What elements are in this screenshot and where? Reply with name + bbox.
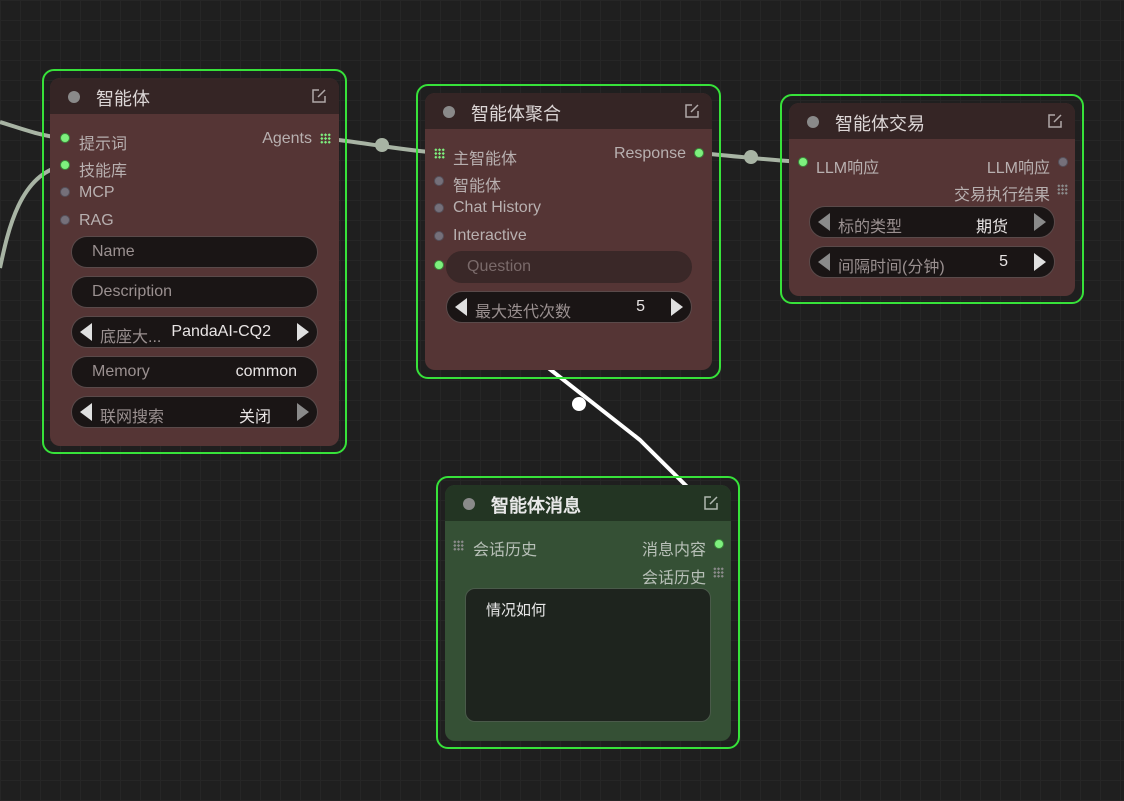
collapse-dot-icon[interactable] [463, 498, 475, 510]
input-label-rag: RAG [79, 212, 114, 229]
input-slot-agent[interactable] [434, 176, 444, 186]
asset-type-label: 标的类型 [838, 219, 903, 236]
edit-icon[interactable] [684, 103, 700, 119]
input-label-skills: 技能库 [79, 163, 128, 180]
input-label-interactive: Interactive [453, 227, 527, 244]
description-input[interactable]: Description [71, 276, 318, 308]
collapse-dot-icon[interactable] [443, 106, 455, 118]
name-placeholder: Name [92, 243, 135, 260]
input-slot-llm-response[interactable] [798, 157, 808, 167]
arrow-left-icon[interactable] [818, 253, 830, 271]
arrow-left-icon[interactable] [80, 323, 92, 341]
interval-label: 间隔时间(分钟) [838, 259, 945, 276]
collapse-dot-icon[interactable] [807, 116, 819, 128]
interval-combo[interactable]: 间隔时间(分钟) 5 [809, 246, 1055, 278]
input-slot-mcp[interactable] [60, 187, 70, 197]
max-iterations-value: 5 [636, 298, 645, 315]
arrow-right-icon[interactable] [1034, 253, 1046, 271]
arrow-right-icon[interactable] [297, 323, 309, 341]
arrow-right-icon[interactable] [671, 298, 683, 316]
web-search-value: 关闭 [238, 409, 271, 426]
edit-icon[interactable] [1047, 113, 1063, 129]
base-model-combo[interactable]: 底座大... PandaAI-CQ2 [71, 316, 318, 348]
arrow-left-icon[interactable] [818, 213, 830, 231]
node-header[interactable]: 智能体聚合 [425, 93, 712, 129]
wire-midpoint[interactable] [744, 150, 758, 164]
wire-midpoint[interactable] [572, 397, 586, 411]
node-title: 智能体消息 [491, 496, 581, 516]
question-placeholder: Question [467, 258, 532, 275]
base-model-label: 底座大... [100, 329, 162, 346]
output-label-trade-result: 交易执行结果 [953, 187, 1050, 204]
web-search-combo[interactable]: 联网搜索 关闭 [71, 396, 318, 428]
output-label-history: 会话历史 [641, 570, 706, 587]
input-label-agent: 智能体 [453, 178, 502, 195]
agent-node[interactable]: 智能体 提示词 技能库 MCP RAG Agents Name Descript… [50, 78, 339, 446]
trade-node[interactable]: 智能体交易 LLM响应 LLM响应 交易执行结果 标的类型 期货 间隔时间(分钟… [789, 103, 1075, 296]
node-title: 智能体 [96, 89, 150, 109]
output-label-llm-response: LLM响应 [986, 160, 1050, 177]
arrow-left-icon[interactable] [80, 403, 92, 421]
input-slot-interactive[interactable] [434, 231, 444, 241]
edit-icon[interactable] [311, 88, 327, 104]
input-label-prompt: 提示词 [79, 136, 128, 153]
input-label-llm-response: LLM响应 [816, 160, 880, 177]
input-label-main-agent: 主智能体 [453, 151, 518, 168]
asset-type-combo[interactable]: 标的类型 期货 [809, 206, 1055, 238]
collapse-dot-icon[interactable] [68, 91, 80, 103]
output-slot-message-content[interactable] [714, 539, 724, 549]
arrow-right-icon[interactable] [1034, 213, 1046, 231]
output-label-response: Response [613, 145, 686, 162]
node-header[interactable]: 智能体 [50, 78, 339, 114]
memory-label: Memory [92, 363, 150, 380]
node-header[interactable]: 智能体交易 [789, 103, 1075, 139]
aggregate-node[interactable]: 智能体聚合 主智能体 智能体 Chat History Interactive … [425, 93, 712, 370]
max-iterations-combo[interactable]: 最大迭代次数 5 [446, 291, 692, 323]
question-input[interactable]: Question [446, 251, 692, 283]
input-slot-rag[interactable] [60, 215, 70, 225]
wire-midpoint[interactable] [375, 138, 389, 152]
description-placeholder: Description [92, 283, 173, 300]
input-label-mcp: MCP [79, 184, 115, 201]
input-slot-prompt[interactable] [60, 133, 70, 143]
memory-field[interactable]: Memory common [71, 356, 318, 388]
output-label-agents: Agents [262, 130, 312, 147]
output-label-message-content: 消息内容 [641, 542, 706, 559]
input-slot-question[interactable] [434, 260, 444, 270]
interval-value: 5 [999, 253, 1008, 270]
input-slot-main-agent-grid-icon[interactable] [434, 148, 445, 159]
base-model-value: PandaAI-CQ2 [171, 323, 271, 340]
message-content-textarea[interactable]: 情况如何 [465, 588, 711, 722]
name-input[interactable]: Name [71, 236, 318, 268]
max-iterations-label: 最大迭代次数 [475, 304, 572, 321]
input-slot-history-grid-icon[interactable] [453, 540, 464, 551]
output-slot-history-grid-icon[interactable] [713, 567, 724, 578]
input-slot-chat-history[interactable] [434, 203, 444, 213]
node-header[interactable]: 智能体消息 [445, 485, 731, 521]
arrow-left-icon[interactable] [455, 298, 467, 316]
output-slot-trade-result-grid-icon[interactable] [1057, 184, 1068, 195]
message-node[interactable]: 智能体消息 会话历史 消息内容 会话历史 情况如何 [445, 485, 731, 741]
edit-icon[interactable] [703, 495, 719, 511]
input-label-history: 会话历史 [473, 542, 538, 559]
output-slot-llm-response[interactable] [1058, 157, 1068, 167]
arrow-right-icon[interactable] [297, 403, 309, 421]
node-title: 智能体聚合 [471, 104, 561, 124]
input-label-chat-history: Chat History [453, 199, 542, 216]
output-slot-agents-grid-icon[interactable] [320, 133, 331, 144]
node-title: 智能体交易 [835, 114, 925, 134]
input-slot-skills[interactable] [60, 160, 70, 170]
web-search-label: 联网搜索 [100, 409, 165, 426]
memory-value: common [235, 363, 297, 380]
output-slot-response[interactable] [694, 148, 704, 158]
asset-type-value: 期货 [975, 219, 1008, 236]
